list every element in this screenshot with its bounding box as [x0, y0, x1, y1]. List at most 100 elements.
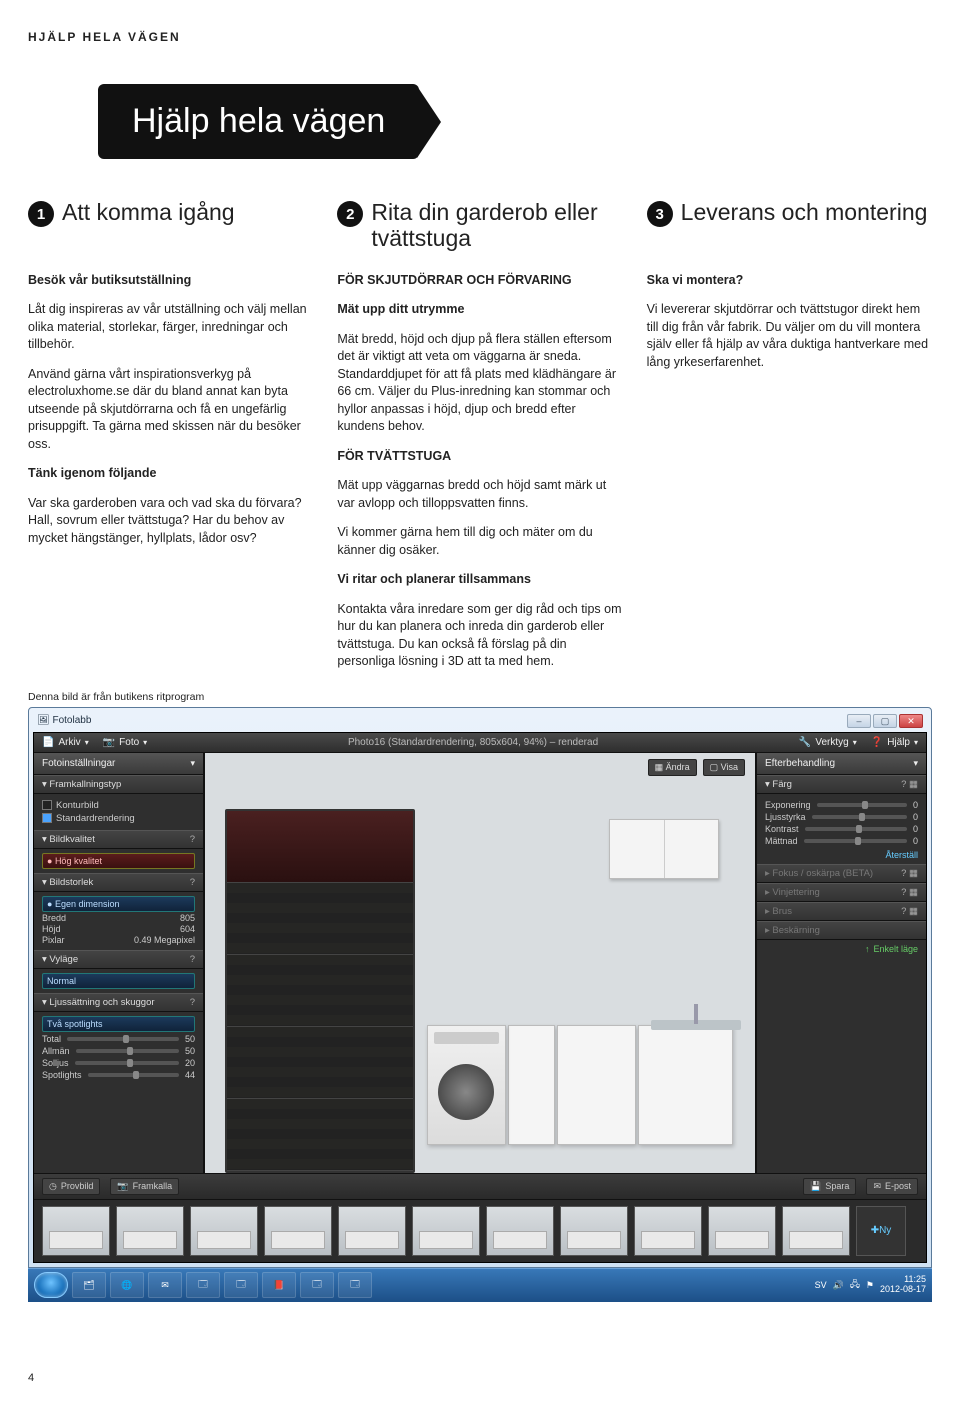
taskbar-app-outlook[interactable]: ✉	[148, 1272, 182, 1298]
section-bildkvalitet[interactable]: ▾ Bildkvalitet?	[34, 830, 203, 849]
thumbnail[interactable]	[42, 1206, 110, 1256]
taskbar-app-generic[interactable]: 🗔	[300, 1272, 334, 1298]
btn-provbild[interactable]: ◷ Provbild	[42, 1178, 100, 1195]
col2-h3: FÖR TVÄTTSTUGA	[337, 449, 451, 463]
right-panel: Efterbehandling▾ ▾ Färg? ▦ Exponering0 L…	[756, 753, 926, 1173]
section-beskarning[interactable]: ▸ Beskärning	[757, 921, 926, 940]
col2-h2: Mät upp ditt utrymme	[337, 302, 464, 316]
window-maximize-button[interactable]: ▢	[873, 714, 897, 728]
window-controls: – ▢ ✕	[847, 714, 923, 728]
col2-p1: Mät bredd, höjd och djup på flera ställe…	[337, 331, 622, 436]
thumbnail[interactable]	[486, 1206, 554, 1256]
slider-ljusstyrka[interactable]	[812, 815, 907, 819]
section-bildstorlek[interactable]: ▾ Bildstorlek?	[34, 873, 203, 892]
checkbox-konturbild[interactable]: Konturbild	[42, 800, 195, 811]
taskbar-app-generic[interactable]: 🗔	[186, 1272, 220, 1298]
value-hojd[interactable]: 604	[180, 924, 195, 934]
menu-arkiv[interactable]: 📄 Arkiv ▾	[42, 737, 89, 748]
label-bredd: Bredd	[42, 913, 66, 923]
slider-kontrast[interactable]	[805, 827, 907, 831]
viewport-btn-visa[interactable]: ▢ Visa	[703, 759, 745, 776]
window-close-button[interactable]: ✕	[899, 714, 923, 728]
select-spotlights[interactable]: Två spotlights	[42, 1016, 195, 1032]
menu-hjalp[interactable]: ❓ Hjälp ▾	[871, 737, 918, 748]
col2-p2: Mät upp väggarnas bredd och höjd samt mä…	[337, 477, 622, 512]
section-fokus[interactable]: ▸ Fokus / oskärpa (BETA)? ▦	[757, 864, 926, 883]
thumbnail[interactable]	[116, 1206, 184, 1256]
thumbnail[interactable]	[338, 1206, 406, 1256]
app-screenshot: 🖼 Fotolabb – ▢ ✕ 📄 Arkiv ▾ 📷 Foto ▾ Phot…	[28, 707, 932, 1302]
thumbnail[interactable]	[634, 1206, 702, 1256]
value-total: 50	[185, 1034, 195, 1044]
section-farg[interactable]: ▾ Färg? ▦	[757, 775, 926, 794]
menu-foto[interactable]: 📷 Foto ▾	[103, 737, 147, 748]
workspace: Fotoinställningar▾ ▾ Framkallningstyp Ko…	[34, 753, 926, 1173]
taskbar-app-pdf[interactable]: 📕	[262, 1272, 296, 1298]
section-brus[interactable]: ▸ Brus? ▦	[757, 902, 926, 921]
start-button[interactable]	[34, 1272, 68, 1298]
slider-solljus[interactable]	[75, 1061, 179, 1065]
thumbnail-add[interactable]: ✚ Ny	[856, 1206, 906, 1256]
thumbnail[interactable]	[708, 1206, 776, 1256]
select-vylage[interactable]: Normal	[42, 973, 195, 989]
right-panel-header[interactable]: Efterbehandling▾	[757, 753, 926, 775]
slider-mattnad[interactable]	[804, 839, 907, 843]
value-exponering: 0	[913, 800, 918, 810]
slider-exponering[interactable]	[817, 803, 907, 807]
thumbnail[interactable]	[782, 1206, 850, 1256]
step-1-title: Att komma igång	[62, 199, 235, 225]
col3-h1: Ska vi montera?	[647, 273, 744, 287]
label-total: Total	[42, 1034, 61, 1044]
select-dimension[interactable]: ● Egen dimension	[42, 896, 195, 912]
value-kontrast: 0	[913, 824, 918, 834]
thumbnail[interactable]	[264, 1206, 332, 1256]
tray-icon[interactable]: 🔊	[833, 1280, 844, 1291]
taskbar-app-chrome[interactable]: 🌐	[110, 1272, 144, 1298]
slider-total[interactable]	[67, 1037, 179, 1041]
thumbnail[interactable]	[560, 1206, 628, 1256]
thumbnail[interactable]	[412, 1206, 480, 1256]
slider-spot[interactable]	[88, 1073, 179, 1077]
tray-lang[interactable]: SV	[815, 1280, 827, 1290]
btn-framkalla[interactable]: 📷 Framkalla	[110, 1178, 179, 1195]
slider-allman[interactable]	[76, 1049, 179, 1053]
taskbar-app-generic[interactable]: 🗔	[224, 1272, 258, 1298]
tray-icon[interactable]: ⚑	[866, 1280, 874, 1291]
window-minimize-button[interactable]: –	[847, 714, 871, 728]
checkbox-standardrendering[interactable]: Standardrendering	[42, 813, 195, 824]
value-bredd[interactable]: 805	[180, 913, 195, 923]
cabinet-icon	[508, 1025, 556, 1145]
viewport-btn-andra[interactable]: ▦ Ändra	[648, 759, 697, 776]
tray-icon[interactable]: 🖧	[850, 1277, 860, 1293]
thumbnail[interactable]	[190, 1206, 258, 1256]
taskbar-app-explorer[interactable]: 🗂	[72, 1272, 106, 1298]
window-titlebar[interactable]: 🖼 Fotolabb – ▢ ✕	[33, 712, 927, 732]
page-kicker: HJÄLP HELA VÄGEN	[28, 30, 932, 44]
cabinet-wide-icon	[557, 1025, 636, 1145]
image-caption: Denna bild är från butikens ritprogram	[28, 691, 932, 703]
step-3-number: 3	[647, 201, 673, 227]
value-ljusstyrka: 0	[913, 812, 918, 822]
select-kvalitet[interactable]: ● Hög kvalitet	[42, 853, 195, 869]
tray-clock[interactable]: 11:25 2012-08-17	[880, 1275, 926, 1295]
body-columns: Besök vår butiksutställning Låt dig insp…	[28, 272, 932, 683]
column-1: Besök vår butiksutställning Låt dig insp…	[28, 272, 313, 683]
menu-verktyg[interactable]: 🔧 Verktyg ▾	[799, 737, 857, 748]
render-viewport[interactable]: ▦ Ändra ▢ Visa	[204, 753, 756, 1173]
step-2: 2 Rita din garderob eller tvättstuga	[337, 199, 622, 252]
reset-link[interactable]: Återställ	[765, 850, 918, 860]
section-ljus[interactable]: ▾ Ljussättning och skuggor?	[34, 993, 203, 1012]
section-vylage[interactable]: ▾ Vyläge?	[34, 950, 203, 969]
col2-h1: FÖR SKJUTDÖRRAR OCH FÖRVARING	[337, 273, 571, 287]
wardrobe-illustration	[225, 809, 415, 1173]
page-title-badge: Hjälp hela vägen	[98, 84, 419, 159]
section-vinjett[interactable]: ▸ Vinjettering? ▦	[757, 883, 926, 902]
left-panel-header[interactable]: Fotoinställningar▾	[34, 753, 203, 775]
btn-epost[interactable]: ✉ E-post	[866, 1178, 918, 1195]
label-mattnad: Mättnad	[765, 836, 798, 846]
btn-spara[interactable]: 💾 Spara	[803, 1178, 856, 1195]
link-enkelt-lage[interactable]: ↑ Enkelt läge	[757, 940, 926, 958]
taskbar-app-generic[interactable]: 🗔	[338, 1272, 372, 1298]
section-framkallning[interactable]: ▾ Framkallningstyp	[34, 775, 203, 794]
value-pixlar: 0.49 Megapixel	[134, 935, 195, 945]
